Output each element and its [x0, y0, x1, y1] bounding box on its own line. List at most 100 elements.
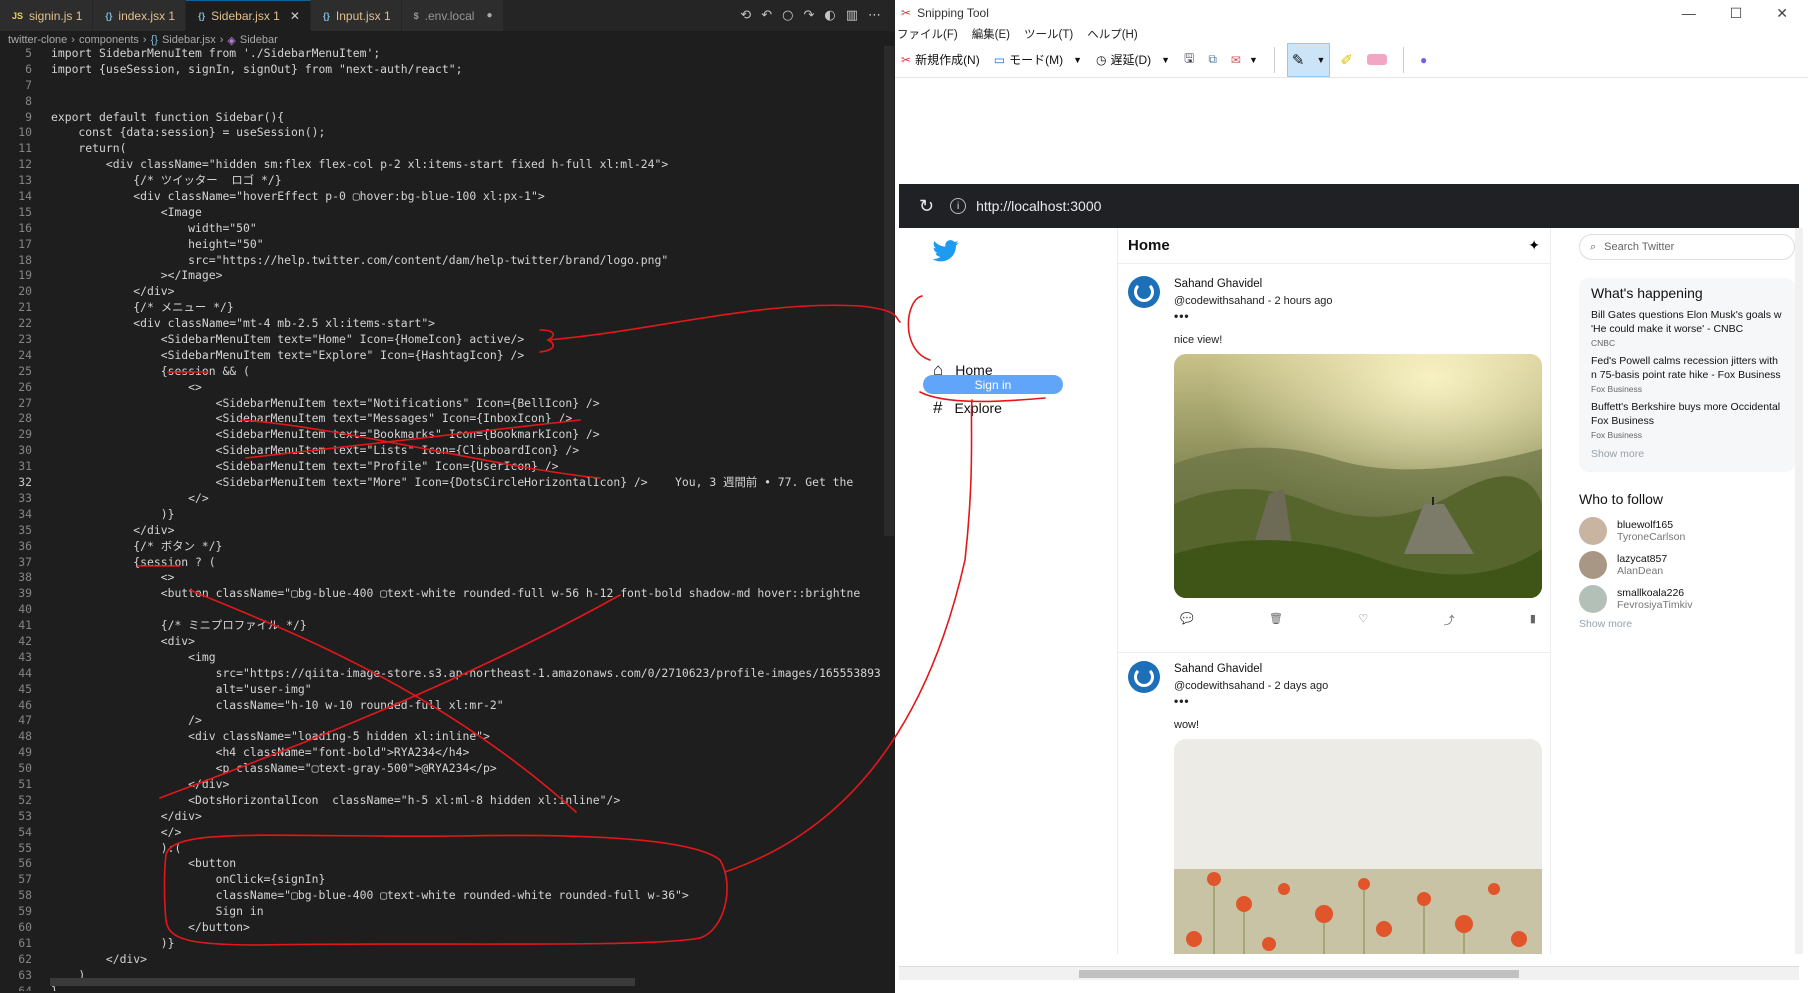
mode-button[interactable]: ▭ モード(M) ▼	[990, 49, 1086, 70]
pen-button[interactable]: ✎ ▼	[1286, 42, 1331, 77]
twitter-logo-icon[interactable]	[933, 240, 959, 262]
code-line[interactable]: 12 <div className="hidden sm:flex flex-c…	[0, 157, 885, 173]
follow-item[interactable]: lazycat857 AlanDean	[1579, 548, 1795, 582]
code-line[interactable]: 59 Sign in	[0, 904, 885, 920]
new-snip-button[interactable]: ✂ 新規作成(N)	[897, 49, 984, 70]
page-scrollbar[interactable]	[1795, 228, 1803, 954]
code-line[interactable]: 49 <h4 className="font-bold">RYA234</h4>	[0, 745, 885, 761]
code-line[interactable]: 47 />	[0, 713, 885, 729]
code-line[interactable]: 16 width="50"	[0, 221, 885, 237]
code-line[interactable]: 52 <DotsHorizontalIcon className="h-5 xl…	[0, 793, 885, 809]
trash-icon[interactable]: 🗑	[1269, 612, 1283, 628]
tweet-author[interactable]: Sahand Ghavidel	[1174, 663, 1262, 675]
code-line[interactable]: 39 <button className="▢bg-blue-400 ▢text…	[0, 586, 885, 602]
tab-sidebar-jsx[interactable]: {} Sidebar.jsx 1 ✕	[186, 0, 311, 31]
comment-icon[interactable]: 💬	[1180, 612, 1194, 628]
heart-icon[interactable]: ♡	[1358, 612, 1368, 628]
code-line[interactable]: 40	[0, 602, 885, 618]
code-line[interactable]: 19 ></Image>	[0, 268, 885, 284]
code-line[interactable]: 60 </button>	[0, 920, 885, 936]
code-line[interactable]: 42 <div>	[0, 634, 885, 650]
horizontal-scrollbar[interactable]	[50, 978, 635, 986]
code-line[interactable]: 46 className="h-10 w-10 rounded-full xl:…	[0, 698, 885, 714]
sign-in-button[interactable]: Sign in	[923, 375, 1063, 394]
code-line[interactable]: 43 <img	[0, 650, 885, 666]
tab-signin-js[interactable]: JS signin.js 1	[0, 0, 94, 31]
code-line[interactable]: 23 <SidebarMenuItem text="Home" Icon={Ho…	[0, 332, 885, 348]
close-icon[interactable]: ✕	[290, 9, 300, 23]
more-icon[interactable]: ⋯	[868, 8, 881, 23]
code-line[interactable]: 15 <Image	[0, 205, 885, 221]
scrollbar-thumb[interactable]	[1079, 970, 1519, 978]
code-line[interactable]: 50 <p className="▢text-gray-500">@RYA234…	[0, 761, 885, 777]
save-button[interactable]: 🖫	[1180, 47, 1198, 72]
share-icon[interactable]: ⤴	[1444, 612, 1455, 628]
paint3d-button[interactable]: ●	[1416, 51, 1431, 69]
show-more-link[interactable]: Show more	[1579, 616, 1795, 640]
code-line[interactable]: 58 className="▢bg-blue-400 ▢text-white r…	[0, 888, 885, 904]
code-line[interactable]: 37 {session ? (	[0, 555, 885, 571]
code-line[interactable]: 36 {/* ボタン */}	[0, 539, 885, 555]
highlighter-button[interactable]: ✐	[1336, 49, 1357, 71]
code-line[interactable]: 51 </div>	[0, 777, 885, 793]
code-line[interactable]: 25 {session && (	[0, 364, 885, 380]
nav-explore[interactable]: # Explore	[933, 398, 1002, 418]
dots-horizontal-icon[interactable]: •••	[1174, 309, 1190, 323]
split-editor-icon[interactable]: ▥	[846, 8, 858, 23]
code-line[interactable]: 34 )}	[0, 507, 885, 523]
breadcrumb-item[interactable]: components	[79, 34, 139, 46]
circle-icon[interactable]: ○	[782, 8, 793, 23]
copy-button[interactable]: ⧉	[1204, 50, 1221, 69]
menu-help[interactable]: ヘルプ(H)	[1087, 26, 1137, 42]
search-input[interactable]: ⌕ Search Twitter	[1579, 234, 1795, 260]
forward-icon[interactable]: ↷	[803, 8, 814, 23]
avatar[interactable]	[1128, 276, 1160, 308]
code-line[interactable]: 32 <SidebarMenuItem text="More" Icon={Do…	[0, 475, 885, 491]
tweet-image[interactable]	[1174, 739, 1542, 954]
tab-input-jsx[interactable]: {} Input.jsx 1	[310, 0, 402, 31]
code-line[interactable]: 35 </div>	[0, 523, 885, 539]
code-line[interactable]: 8	[0, 94, 885, 110]
breadcrumb-item[interactable]: twitter-clone	[8, 34, 67, 46]
code-line[interactable]: 27 <SidebarMenuItem text="Notifications"…	[0, 396, 885, 412]
reload-icon[interactable]: ↻	[919, 196, 934, 217]
news-item[interactable]: Fed's Powell calms recession jitters wit…	[1579, 354, 1795, 400]
url-text[interactable]: http://localhost:3000	[976, 198, 1101, 214]
menu-file[interactable]: ファイル(F)	[897, 26, 958, 42]
code-line[interactable]: 13 {/* ツイッター ロゴ */}	[0, 173, 885, 189]
sparkles-icon[interactable]: ✦	[1528, 237, 1540, 254]
chart-icon[interactable]: ▮	[1530, 612, 1536, 628]
delay-button[interactable]: ◷ 遅延(D) ▼	[1092, 49, 1174, 70]
tweet[interactable]: Sahand Ghavidel @codewithsahand - 2 days…	[1118, 653, 1550, 954]
compare-icon[interactable]: ◐	[824, 8, 835, 23]
minimize-icon[interactable]: —	[1682, 5, 1696, 22]
code-line[interactable]: 11 return(	[0, 141, 885, 157]
close-icon[interactable]: ✕	[1776, 5, 1788, 22]
code-line[interactable]: 44 src="https://qiita-image-store.s3.ap-…	[0, 666, 885, 682]
history-icon[interactable]: ⟲	[740, 8, 751, 23]
code-line[interactable]: 10 const {data:session} = useSession();	[0, 125, 885, 141]
code-line[interactable]: 55 ):(	[0, 841, 885, 857]
back-icon[interactable]: ↶	[761, 8, 772, 23]
code-line[interactable]: 62 </div>	[0, 952, 885, 968]
code-line[interactable]: 61 )}	[0, 936, 885, 952]
code-line[interactable]: 29 <SidebarMenuItem text="Bookmarks" Ico…	[0, 427, 885, 443]
code-line[interactable]: 18 src="https://help.twitter.com/content…	[0, 253, 885, 269]
follow-item[interactable]: smallkoala226 FevrosiyaTimkiv	[1579, 582, 1795, 616]
breadcrumb-item[interactable]: Sidebar.jsx	[162, 34, 216, 46]
code-line[interactable]: 53 </div>	[0, 809, 885, 825]
code-line[interactable]: 22 <div className="mt-4 mb-2.5 xl:items-…	[0, 316, 885, 332]
tweet-image[interactable]	[1174, 354, 1542, 598]
code-line[interactable]: 20 </div>	[0, 284, 885, 300]
horizontal-scrollbar[interactable]	[899, 966, 1799, 980]
news-item[interactable]: Buffett's Berkshire buys more Occidental…	[1579, 400, 1795, 446]
code-line[interactable]: 24 <SidebarMenuItem text="Explore" Icon=…	[0, 348, 885, 364]
code-line[interactable]: 14 <div className="hoverEffect p-0 ▢hove…	[0, 189, 885, 205]
code-line[interactable]: 56 <button	[0, 856, 885, 872]
send-button[interactable]: ✉ ▼	[1227, 51, 1262, 69]
info-icon[interactable]: i	[950, 198, 967, 214]
code-line[interactable]: 48 <div className="loading-5 hidden xl:i…	[0, 729, 885, 745]
code-line[interactable]: 9 export default function Sidebar(){	[0, 110, 885, 126]
code-line[interactable]: 41 {/* ミニプロファイル */}	[0, 618, 885, 634]
menu-edit[interactable]: 編集(E)	[972, 26, 1010, 42]
